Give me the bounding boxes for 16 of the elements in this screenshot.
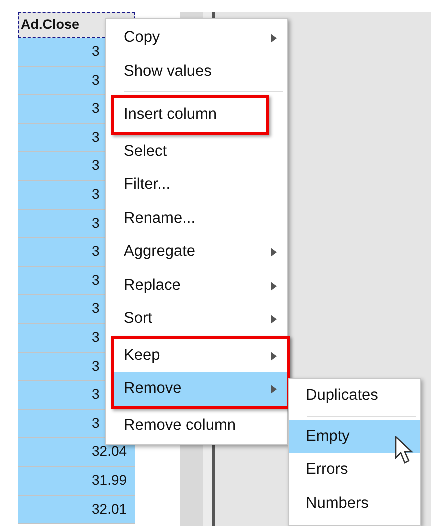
menu-item[interactable]: Remove bbox=[114, 372, 287, 406]
submenu-arrow-icon bbox=[271, 248, 277, 257]
submenu-arrow-icon bbox=[271, 352, 277, 360]
menu-item[interactable]: Empty bbox=[289, 420, 420, 453]
menu-item[interactable]: Errors bbox=[289, 453, 420, 486]
submenu-arrow-icon bbox=[271, 315, 277, 324]
submenu-arrow-icon bbox=[271, 282, 277, 290]
menu-item[interactable]: Numbers bbox=[289, 486, 420, 520]
submenu-arrow-icon bbox=[271, 385, 277, 394]
cursor-icon bbox=[395, 436, 415, 465]
menu-item[interactable]: Insert column bbox=[114, 98, 266, 132]
submenu-arrow-icon bbox=[271, 34, 277, 43]
table-cell: 32.04 bbox=[18, 438, 135, 467]
table-cell: 31.99 bbox=[18, 466, 135, 496]
menu-item[interactable]: Duplicates bbox=[289, 379, 420, 412]
table-cell: 32.01 bbox=[18, 496, 135, 524]
